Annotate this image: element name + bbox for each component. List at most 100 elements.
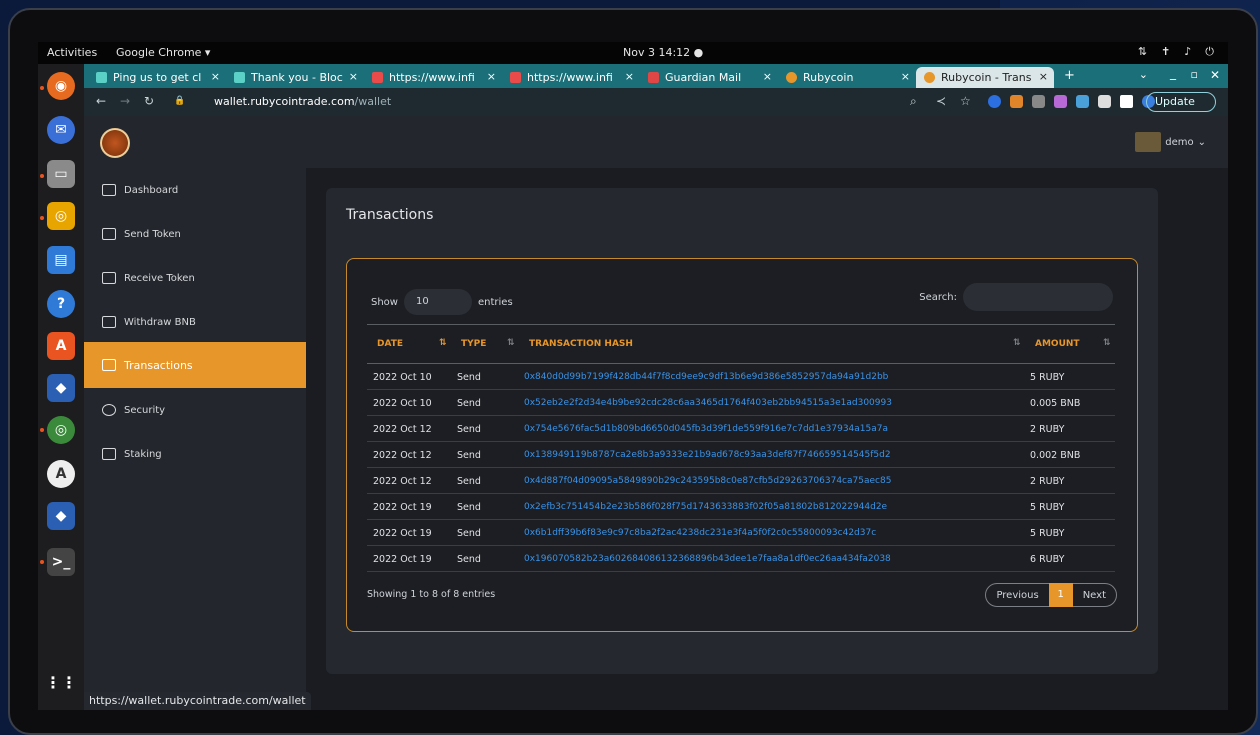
row-date: 2022 Oct 10 — [373, 398, 432, 409]
close-tab-icon[interactable]: × — [625, 70, 634, 83]
next-button[interactable]: Next — [1073, 590, 1116, 601]
update-button[interactable]: Update — [1146, 92, 1216, 112]
row-date: 2022 Oct 19 — [373, 554, 432, 565]
close-window-icon[interactable]: ✕ — [1210, 68, 1220, 82]
tab-label: https://www.infi — [527, 71, 613, 84]
table-header: DATE ⇅ TYPE ⇅ TRANSACTION HASH ⇅ AMOUNT … — [367, 324, 1115, 364]
close-tab-icon[interactable]: × — [211, 70, 220, 83]
close-tab-icon[interactable]: × — [901, 70, 910, 83]
row-hash-link[interactable]: 0x196070582b23a602684086132368896b43dee1… — [524, 554, 891, 564]
bookmark-star-icon[interactable]: ☆ — [960, 94, 971, 108]
row-hash-link[interactable]: 0x52eb2e2f2d34e4b9be92cdc28c6aa3465d1764… — [524, 398, 892, 408]
tab-1[interactable]: Thank you - Bloc × — [226, 67, 364, 88]
extension-icon[interactable] — [1076, 95, 1089, 108]
running-indicator — [40, 174, 44, 178]
software-icon[interactable]: A — [47, 332, 75, 360]
table-row: 2022 Oct 12 Send 0x754e5676fac5d1b809bd6… — [367, 416, 1115, 442]
help-icon[interactable]: ? — [47, 290, 75, 318]
minimize-icon[interactable]: _ — [1170, 66, 1176, 80]
close-tab-icon[interactable]: × — [763, 70, 772, 83]
extension-icon[interactable] — [1032, 95, 1045, 108]
table-row: 2022 Oct 19 Send 0x2efb3c751454b2e23b586… — [367, 494, 1115, 520]
terminal-icon[interactable]: >_ — [47, 548, 75, 576]
sidebar-item-receive-token[interactable]: Receive Token — [84, 256, 306, 300]
tab-2[interactable]: https://www.infi × — [364, 67, 502, 88]
system-tray[interactable]: ⇅ ✝ ♪ ⏻ — [1138, 45, 1214, 59]
show-apps-icon[interactable]: ⋮⋮ — [45, 668, 77, 696]
puzzle-icon[interactable] — [1098, 95, 1111, 108]
zoom-icon[interactable]: ⌕ — [910, 94, 917, 109]
sort-icon[interactable]: ⇅ — [1103, 338, 1111, 348]
status-bar-url: https://wallet.rubycointrade.com/wallet — [84, 692, 311, 710]
tab-search-icon[interactable]: ⌄ — [1139, 68, 1148, 81]
row-type: Send — [457, 398, 481, 409]
sidebar-item-dashboard[interactable]: Dashboard — [84, 168, 306, 212]
tab-6-active[interactable]: Rubycoin - Trans × — [916, 67, 1054, 88]
row-type: Send — [457, 554, 481, 565]
side-panel-icon[interactable] — [1120, 95, 1133, 108]
tab-0[interactable]: Ping us to get cl × — [88, 67, 226, 88]
user-menu[interactable]: demo ⌄ — [1135, 132, 1206, 152]
row-type: Send — [457, 502, 481, 513]
new-tab-icon[interactable]: + — [1064, 68, 1075, 83]
sidebar-item-staking[interactable]: Staking — [84, 432, 306, 476]
tab-5[interactable]: Rubycoin × — [778, 67, 916, 88]
row-hash-link[interactable]: 0x2efb3c751454b2e23b586f028f75d174363388… — [524, 502, 887, 512]
tab-4[interactable]: Guardian Mail × — [640, 67, 778, 88]
share-icon[interactable]: ≺ — [936, 94, 946, 108]
app-menu[interactable]: Google Chrome ▾ — [116, 46, 210, 59]
sidebar-item-withdraw-bnb[interactable]: Withdraw BNB — [84, 300, 306, 344]
row-hash-link[interactable]: 0x138949119b8787ca2e8b3a9333e21b9ad678c9… — [524, 450, 891, 460]
row-hash-link[interactable]: 0x754e5676fac5d1b809bd6650d045fb3d39f1de… — [524, 424, 888, 434]
sidebar-item-transactions[interactable]: Transactions — [84, 342, 306, 388]
extension-icon[interactable] — [988, 95, 1001, 108]
screen: Activities Google Chrome ▾ Nov 3 14:12 ●… — [38, 42, 1228, 710]
sidebar-item-send-token[interactable]: Send Token — [84, 212, 306, 256]
page-1-button[interactable]: 1 — [1048, 583, 1073, 607]
sort-icon[interactable]: ⇅ — [507, 338, 515, 348]
power-icon[interactable]: ⏻ — [1205, 45, 1214, 59]
forward-icon[interactable]: → — [120, 94, 130, 108]
column-hash[interactable]: TRANSACTION HASH — [529, 339, 633, 349]
rubycoin-logo[interactable] — [100, 128, 130, 158]
search-input[interactable] — [963, 283, 1113, 311]
sort-icon[interactable]: ⇅ — [1013, 338, 1021, 348]
lock-icon[interactable]: 🔒 — [174, 96, 185, 106]
clock[interactable]: Nov 3 14:12 ● — [623, 46, 703, 59]
thunderbird-icon[interactable]: ✉ — [47, 116, 75, 144]
chrome-icon[interactable]: ◎ — [47, 416, 75, 444]
close-tab-icon[interactable]: × — [1039, 70, 1048, 83]
column-date[interactable]: DATE — [377, 339, 403, 349]
app-icon[interactable]: ◆ — [47, 374, 75, 402]
row-amount: 2 RUBY — [1030, 424, 1065, 435]
firefox-icon[interactable]: ◉ — [47, 72, 75, 100]
rhythmbox-icon[interactable]: ◎ — [47, 202, 75, 230]
accessibility-icon[interactable]: ✝ — [1161, 45, 1170, 59]
sort-icon[interactable]: ⇅ — [439, 338, 447, 348]
row-hash-link[interactable]: 0x4d887f04d09095a5849890b29c243595b8c0e8… — [524, 476, 891, 486]
sidebar-item-security[interactable]: Security — [84, 388, 306, 432]
network-icon[interactable]: ⇅ — [1138, 45, 1147, 59]
maximize-icon[interactable]: ▫ — [1191, 68, 1198, 81]
app-store-icon[interactable]: A — [47, 460, 75, 488]
sidebar-item-label: Staking — [124, 448, 162, 460]
previous-button[interactable]: Previous — [986, 590, 1048, 601]
close-tab-icon[interactable]: × — [487, 70, 496, 83]
tab-3[interactable]: https://www.infi × — [502, 67, 640, 88]
row-hash-link[interactable]: 0x6b1dff39b6f83e9c97c8ba2f2ac4238dc231e3… — [524, 528, 876, 538]
entries-select[interactable]: 10 — [403, 289, 472, 315]
row-hash-link[interactable]: 0x840d0d99b7199f428db44f7f8cd9ee9c9df13b… — [524, 372, 888, 382]
close-tab-icon[interactable]: × — [349, 70, 358, 83]
files-icon[interactable]: ▭ — [47, 160, 75, 188]
column-type[interactable]: TYPE — [461, 339, 486, 349]
app-icon[interactable]: ◆ — [47, 502, 75, 530]
metamask-icon[interactable] — [1010, 95, 1023, 108]
column-amount[interactable]: AMOUNT — [1035, 339, 1080, 349]
activities-button[interactable]: Activities — [47, 46, 97, 59]
url-field[interactable]: wallet.rubycointrade.com/wallet — [214, 92, 904, 112]
back-icon[interactable]: ← — [96, 94, 106, 108]
volume-icon[interactable]: ♪ — [1184, 45, 1191, 59]
reload-icon[interactable]: ↻ — [144, 94, 154, 108]
writer-icon[interactable]: ▤ — [47, 246, 75, 274]
extension-icon[interactable] — [1054, 95, 1067, 108]
